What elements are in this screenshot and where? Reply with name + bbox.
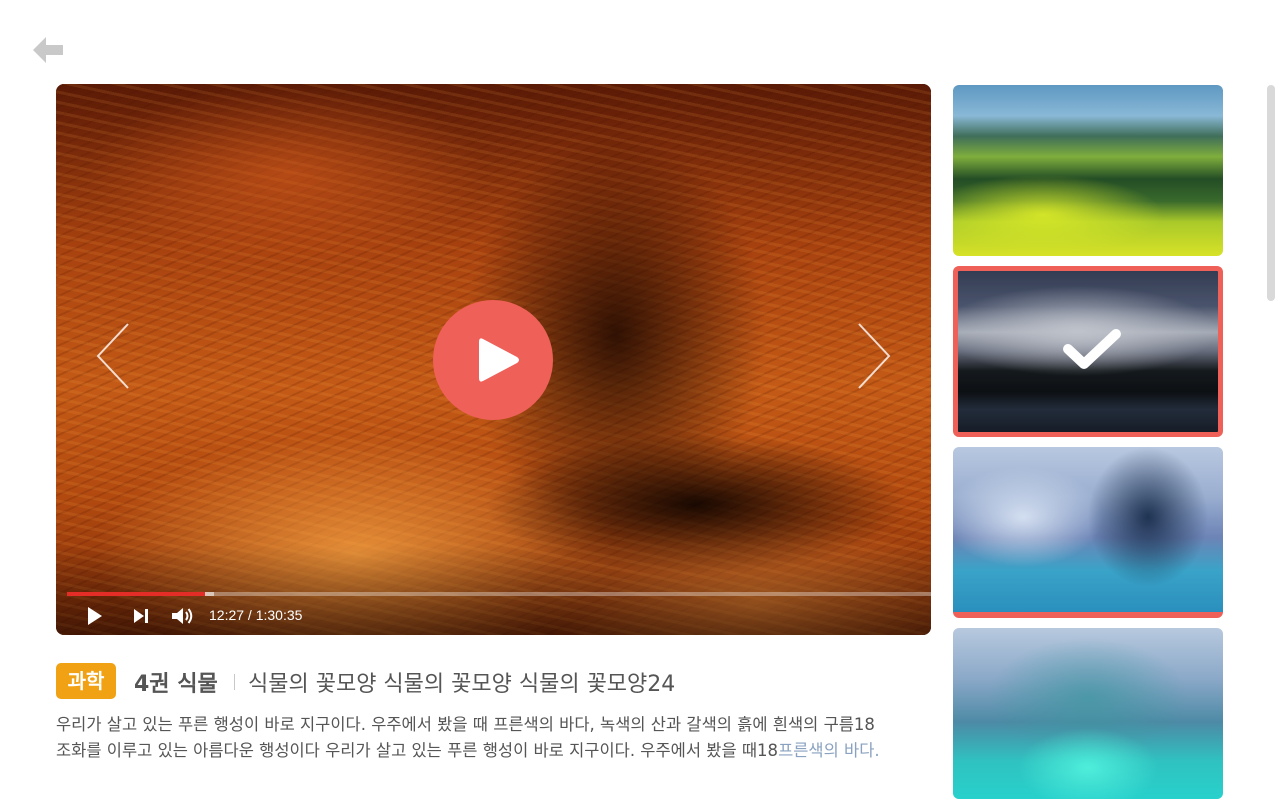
title-divider xyxy=(234,674,235,690)
playlist-thumbnail-3[interactable] xyxy=(953,447,1223,618)
time-display: 12:27 / 1:30:35 xyxy=(209,607,303,623)
description: 우리가 살고 있는 푸른 행성이 바로 지구이다. 우주에서 봤을 때 프른색의… xyxy=(56,712,931,764)
control-play-button[interactable] xyxy=(86,604,104,628)
check-icon xyxy=(1063,329,1121,369)
volume-icon xyxy=(172,608,193,624)
play-icon xyxy=(479,338,519,382)
progress-played xyxy=(67,592,206,596)
playlist-thumbnail-2-selected[interactable] xyxy=(953,266,1223,437)
description-line-2-faded: 프른색의 바다. xyxy=(778,741,880,760)
description-line-2-text: 조화를 이루고 있는 아름다운 행성이다 우리가 살고 있는 푸른 행성이 바로… xyxy=(56,741,779,760)
progress-buffered xyxy=(205,592,214,596)
play-icon xyxy=(88,607,102,625)
video-title: 식물의 꽃모양 식물의 꽃모양 식물의 꽃모양24 xyxy=(248,672,676,697)
description-line-1: 우리가 살고 있는 푸른 행성이 바로 지구이다. 우주에서 봤을 때 프른색의… xyxy=(56,715,875,734)
category-badge: 과학 xyxy=(56,663,116,699)
playlist-thumbnail-1[interactable] xyxy=(953,85,1223,256)
chevron-left-icon xyxy=(96,323,129,389)
chevron-right-icon xyxy=(858,323,891,389)
back-button[interactable] xyxy=(30,34,66,66)
playlist-scrollbar[interactable] xyxy=(1267,85,1275,301)
previous-video-button[interactable] xyxy=(94,322,134,390)
description-line-2: 조화를 이루고 있는 아름다운 행성이다 우리가 살고 있는 푸른 행성이 바로… xyxy=(56,738,931,764)
book-title: 4권 식물 xyxy=(134,672,218,697)
skip-next-button[interactable] xyxy=(132,604,150,628)
volume-button[interactable] xyxy=(170,604,196,628)
video-player[interactable]: 12:27 / 1:30:35 xyxy=(56,84,931,635)
progress-bar[interactable] xyxy=(67,592,931,596)
arrow-left-icon xyxy=(33,37,63,63)
playlist-thumbnail-4[interactable] xyxy=(953,628,1223,799)
skip-next-icon xyxy=(134,609,148,623)
next-video-button[interactable] xyxy=(853,322,893,390)
play-button[interactable] xyxy=(433,300,553,420)
